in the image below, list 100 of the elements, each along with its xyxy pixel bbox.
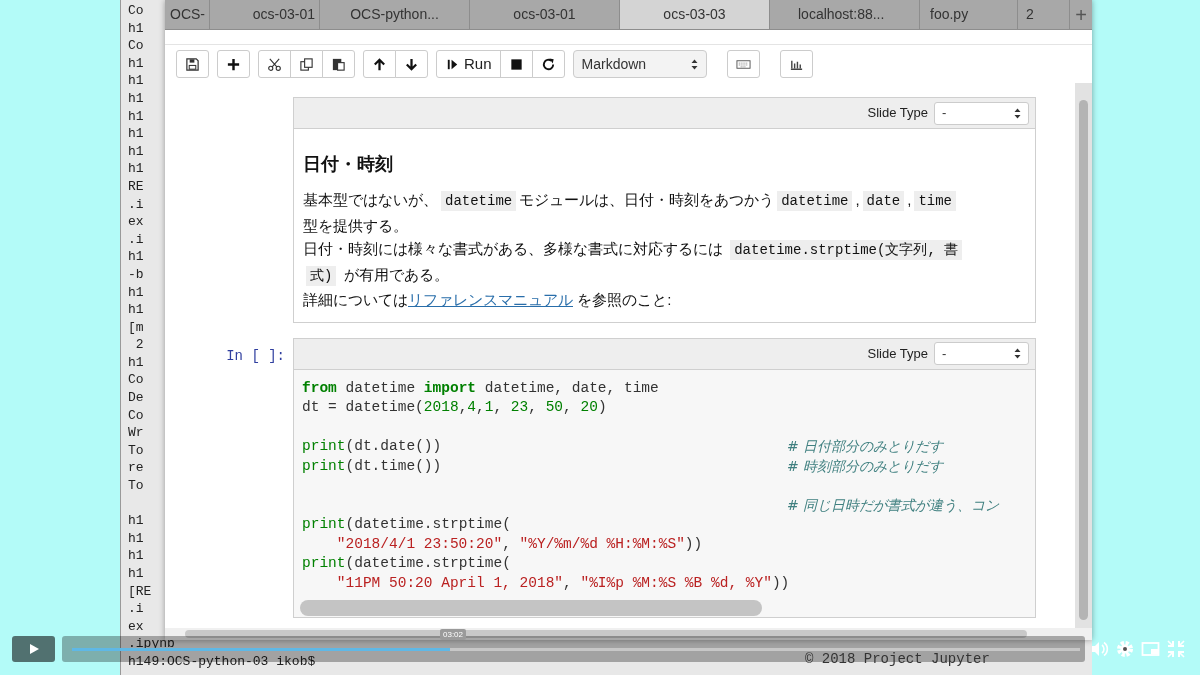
terminal-line: h1 — [128, 54, 144, 73]
clipboard-icon — [331, 56, 346, 72]
terminal-line: -b — [128, 265, 144, 284]
horizontal-scrollbar[interactable] — [165, 628, 1092, 640]
paste-button[interactable] — [322, 50, 355, 78]
code-line: print(dt.time()) — [302, 456, 443, 476]
terminal-line: h1 — [128, 125, 144, 143]
terminal-line: To — [128, 477, 144, 495]
notebook-cell[interactable]: Slide Type - 日付・時刻 基本型ではないが、 datetime モジュールは、日付・時刻をあつかう datetime , date , time 型を提供する。 日付・時刻には様々な書式がある、多様な書式に対応するには datetime.strptime(文字列, 書式) が有用である。 詳細については リファレンスマニュアル を参照のこと: — [293, 97, 1036, 323]
markdown-paragraph: 詳細については リファレンスマニュアル を参照のこと: — [303, 290, 673, 310]
terminal-line: h1 — [128, 142, 144, 161]
terminal-line: h1 — [128, 512, 144, 530]
slide-type-value: - — [942, 344, 947, 363]
restart-icon — [540, 56, 556, 72]
terminal-line: 2 — [134, 336, 144, 354]
slide-type-label: Slide Type — [867, 104, 928, 123]
terminal-line: ex — [128, 617, 144, 636]
copy-icon — [299, 56, 314, 72]
terminal-line: h1 — [128, 107, 144, 126]
slide-type-select[interactable]: - — [934, 342, 1029, 365]
scissors-icon — [267, 56, 282, 72]
markdown-paragraph: 基本型ではないが、 datetime モジュールは、日付・時刻をあつかう datetime , date , time 型を提供する。 — [303, 188, 975, 237]
code-line: print(datetime.strptime( — [302, 515, 512, 534]
terminal-line: h1 — [128, 160, 144, 178]
copy-button[interactable] — [290, 50, 323, 78]
terminal-line: RE — [128, 177, 144, 196]
save-icon — [185, 56, 200, 72]
slide-type-value: - — [942, 104, 947, 123]
cut-button[interactable] — [258, 50, 291, 78]
input-prompt: In [ ]: — [226, 347, 285, 364]
updown-caret-icon — [690, 58, 698, 70]
terminal-line: .i — [128, 600, 144, 618]
updown-caret-icon — [1014, 107, 1021, 119]
code-line: from datetime import datetime, date, time — [302, 378, 660, 398]
terminal-line: To — [128, 441, 144, 460]
arrow-up-icon — [372, 56, 387, 72]
terminal-line: h1 — [128, 19, 144, 38]
code-line: print(datetime.strptime( — [302, 554, 512, 573]
new-tab-button[interactable]: + — [1070, 0, 1092, 29]
terminal-line: ex — [128, 213, 144, 231]
run-button[interactable]: Run — [436, 50, 501, 78]
play-icon — [27, 643, 40, 655]
play-button[interactable] — [12, 636, 55, 662]
terminal-line: Co — [128, 371, 144, 390]
code-line: dt = datetime(2018,4,1, 23, 50, 20) — [302, 398, 608, 417]
terminal-line: .i — [128, 195, 144, 214]
plus-icon — [226, 56, 241, 72]
code-comment: # 同じ日時だが書式が違う、コン — [787, 495, 1000, 515]
code-comment: # 日付部分のみとりだす — [787, 437, 944, 456]
insert-cell-button[interactable] — [217, 50, 250, 78]
chart-button[interactable] — [779, 50, 813, 78]
scrollbar-thumb[interactable] — [185, 630, 1027, 638]
terminal-line: [RE — [128, 582, 152, 601]
volume-icon — [1090, 639, 1110, 659]
terminal-line: h1 — [128, 353, 144, 372]
slide-type-label: Slide Type — [867, 344, 928, 363]
terminal-line: .i — [128, 230, 144, 249]
terminal-line: h1 — [128, 565, 144, 583]
scrollbar-thumb[interactable] — [1079, 100, 1088, 620]
terminal-line: Wr — [128, 424, 144, 442]
vertical-scrollbar[interactable] — [1075, 83, 1092, 628]
code-line: "2018/4/1 23:50:20", "%Y/%m/%d %H:%M:%S")) — [335, 534, 704, 554]
settings-button[interactable] — [1115, 639, 1135, 659]
scrollbar-thumb[interactable] — [300, 599, 762, 616]
code-line: print(dt.date()) — [302, 437, 443, 456]
restart-button[interactable] — [531, 50, 565, 78]
code-line: "11PM 50:20 April 1, 2018", "%I%p %M:%S %B %d, %Y")) — [335, 573, 787, 593]
terminal-line: h1 — [128, 529, 144, 548]
time-tooltip: 03:02 — [440, 629, 467, 640]
cell-type-value: Markdown — [581, 54, 647, 74]
terminal-line: h1 — [128, 248, 144, 266]
save-button[interactable] — [176, 50, 209, 78]
code-comment: # 時刻部分のみとりだす — [787, 456, 944, 476]
picture-in-picture-icon — [1141, 639, 1161, 659]
terminal-line: h1 — [128, 89, 144, 108]
terminal-line: Co — [128, 406, 144, 425]
terminal-line: h1 — [128, 72, 144, 90]
move-down-button[interactable] — [395, 50, 428, 78]
terminal-line: De — [128, 389, 144, 407]
slide-type-select[interactable]: - — [934, 101, 1029, 125]
cell-heading: 日付・時刻 — [303, 153, 394, 176]
terminal-line: h1 — [128, 547, 144, 565]
terminal-line: h149:OCS-python-03 ikob$ — [128, 652, 316, 671]
keyboard-button[interactable] — [726, 50, 760, 78]
move-up-button[interactable] — [363, 50, 396, 78]
terminal-line: Co — [128, 2, 144, 20]
stop-button[interactable] — [499, 50, 533, 78]
settings-icon — [1115, 639, 1135, 659]
cell-type-select[interactable]: Markdown — [572, 50, 707, 78]
arrow-down-icon — [404, 56, 419, 72]
collapse-icon — [1166, 639, 1186, 659]
terminal-line: h1 — [128, 301, 144, 319]
terminal-line: Co — [128, 37, 144, 55]
terminal-line: [m — [128, 318, 144, 337]
browser-tab[interactable]: ocs-03-03 — [620, 0, 770, 29]
terminal-line: h1 — [128, 283, 144, 302]
manual-link[interactable]: リファレンスマニュアル — [408, 291, 573, 308]
terminal-line: re — [128, 459, 144, 478]
stop-icon — [508, 56, 524, 72]
updown-caret-icon — [1014, 348, 1021, 359]
